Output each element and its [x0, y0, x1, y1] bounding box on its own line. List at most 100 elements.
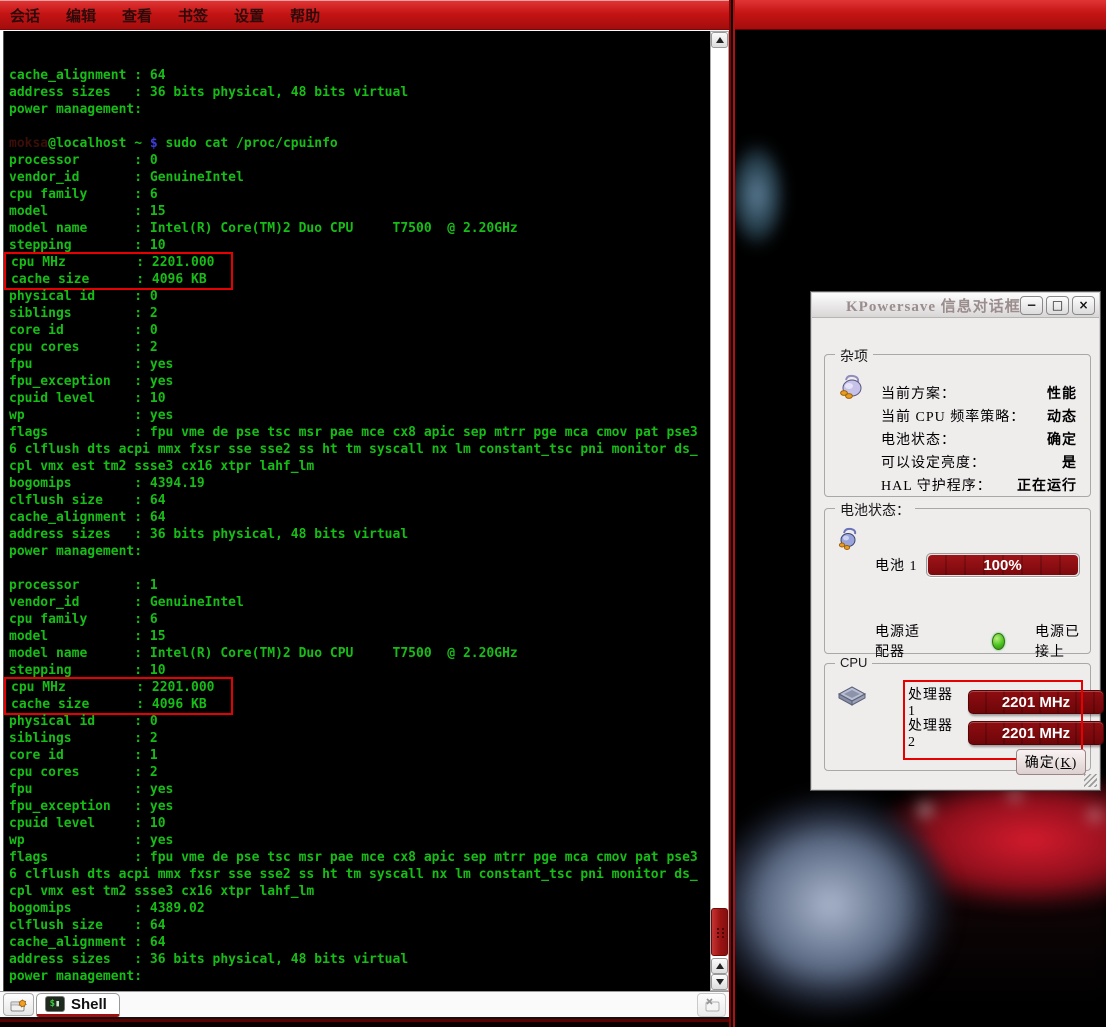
terminal-line	[9, 560, 710, 577]
terminal-line: clflush size : 64	[9, 917, 710, 934]
adapter-label: 电源适配器	[875, 621, 930, 661]
misc-value: 是	[1062, 452, 1077, 472]
terminal-line: cpuid level : 10	[9, 815, 710, 832]
battery-percent: 100%	[983, 557, 1021, 574]
power-plug-icon	[837, 373, 865, 401]
misc-value: 确定	[1047, 429, 1077, 449]
terminal-line: flags : fpu vme de pse tsc msr pae mce c…	[9, 424, 710, 441]
terminal-line: siblings : 2	[9, 305, 710, 322]
kpowersave-dialog: KPowersave 信息对话框 − □ × 杂项 当前方案：性能	[810, 291, 1101, 791]
menu-bookmarks[interactable]: 书签	[178, 5, 208, 26]
misc-label: 可以设定亮度：	[881, 452, 986, 472]
terminal-line: fpu : yes	[9, 356, 710, 373]
misc-label: HAL 守护程序：	[881, 475, 992, 495]
window-bottom-border	[0, 1017, 729, 1027]
tab-label: Shell	[71, 996, 107, 1013]
menu-view[interactable]: 查看	[122, 5, 152, 26]
terminal-line: address sizes : 36 bits physical, 48 bit…	[9, 84, 710, 101]
scroll-up-button[interactable]	[711, 32, 728, 48]
terminal-scrollbar[interactable]	[710, 31, 729, 991]
group-misc-title: 杂项	[835, 346, 873, 366]
minimize-button[interactable]: −	[1020, 296, 1043, 315]
terminal-line: fpu_exception : yes	[9, 373, 710, 390]
scroll-down-button[interactable]	[711, 974, 728, 990]
terminal-line: cpu cores : 2	[9, 339, 710, 356]
menu-edit[interactable]: 编辑	[66, 5, 96, 26]
misc-label: 电池状态：	[881, 429, 956, 449]
terminal-output[interactable]: cache_alignment : 64address sizes : 36 b…	[3, 31, 710, 991]
terminal-line: cpu family : 6	[9, 611, 710, 628]
terminal-line: cache_alignment : 64	[9, 509, 710, 526]
maximize-button[interactable]: □	[1046, 296, 1069, 315]
ok-button[interactable]: 确定(K)	[1016, 749, 1086, 775]
menu-settings[interactable]: 设置	[234, 5, 264, 26]
close-button[interactable]: ×	[1072, 296, 1095, 315]
menu-help[interactable]: 帮助	[290, 5, 320, 26]
terminal-line: cpl vmx est tm2 ssse3 cx16 xtpr lahf_lm	[9, 458, 710, 475]
terminal-line: vendor_id : GenuineIntel	[9, 169, 710, 186]
group-battery: 电池状态： 电池 1 100% 电源适配器 电源已	[824, 508, 1091, 654]
terminal-line: address sizes : 36 bits physical, 48 bit…	[9, 526, 710, 543]
konsole-menubar: 会话 编辑 查看 书签 设置 帮助	[0, 0, 729, 30]
close-session-button[interactable]	[697, 993, 726, 1017]
terminal-line: cpl vmx est tm2 ssse3 cx16 xtpr lahf_lm	[9, 883, 710, 900]
terminal-line: model : 15	[9, 203, 710, 220]
battery-label: 电池 1	[875, 555, 918, 575]
dialog-titlebar[interactable]: KPowersave 信息对话框 − □ ×	[812, 293, 1099, 318]
group-battery-title: 电池状态：	[835, 500, 915, 520]
terminal-line: cpuid level : 10	[9, 390, 710, 407]
video-blue-fabric	[733, 790, 955, 1020]
group-misc: 杂项 当前方案：性能 当前 CPU 频率策略：动态 电池状态：确定 可以设定亮度…	[824, 354, 1091, 497]
tab-shell[interactable]: $▮ Shell	[36, 993, 120, 1017]
desktop: 会话 编辑 查看 书签 设置 帮助 cache_alignment : 64ad…	[0, 0, 1106, 1027]
session-tabbar: $▮ Shell	[0, 991, 729, 1017]
misc-value: 正在运行	[1017, 475, 1077, 495]
adapter-row: 电源适配器 电源已接上	[875, 621, 1090, 661]
grip-dots-icon	[716, 927, 725, 938]
misc-label: 当前 CPU 频率策略：	[881, 406, 1025, 426]
arrow-up-icon	[716, 37, 724, 43]
terminal-line: cpu MHz : 2201.000	[11, 254, 231, 271]
background-red-bar	[735, 0, 1106, 30]
terminal-line: model name : Intel(R) Core(TM)2 Duo CPU …	[9, 645, 710, 662]
scroll-up-button-bottom[interactable]	[711, 958, 728, 974]
close-session-icon	[703, 997, 721, 1013]
misc-value: 动态	[1047, 406, 1077, 426]
terminal-line: cpu MHz : 2201.000	[11, 679, 231, 696]
resize-grip[interactable]	[1084, 774, 1097, 787]
arrow-up-icon	[716, 963, 724, 969]
terminal-line: processor : 0	[9, 152, 710, 169]
terminal-line: moksa@localhost ~ $ sudo cat /proc/cpuin…	[9, 135, 710, 152]
arrow-down-icon	[716, 979, 724, 985]
konsole-window: 会话 编辑 查看 书签 设置 帮助 cache_alignment : 64ad…	[0, 0, 731, 1027]
group-cpu-title: CPU	[835, 655, 872, 670]
terminal-line: bogomips : 4389.02	[9, 900, 710, 917]
terminal-line: clflush size : 64	[9, 492, 710, 509]
red-highlight-box	[903, 680, 1083, 760]
dialog-body: 杂项 当前方案：性能 当前 CPU 频率策略：动态 电池状态：确定 可以设定亮度…	[812, 318, 1099, 789]
adapter-status: 电源已接上	[1035, 621, 1090, 661]
scrollbar-thumb[interactable]	[711, 908, 728, 956]
misc-label: 当前方案：	[881, 383, 956, 403]
terminal-line: power management:	[9, 101, 710, 118]
terminal-line: physical id : 0	[9, 713, 710, 730]
dialog-title: KPowersave 信息对话框	[846, 295, 1021, 316]
video-highlight	[733, 140, 787, 250]
terminal-line: power management:	[9, 543, 710, 560]
terminal-line: fpu_exception : yes	[9, 798, 710, 815]
misc-row: 当前 CPU 频率策略： 动态	[881, 404, 1077, 427]
terminal-line: siblings : 2	[9, 730, 710, 747]
battery-plug-icon	[837, 527, 859, 551]
terminal-line: bogomips : 4394.19	[9, 475, 710, 492]
terminal-line: wp : yes	[9, 407, 710, 424]
cpu-chip-icon	[837, 686, 867, 708]
terminal-line: model : 15	[9, 628, 710, 645]
terminal-line: cache_alignment : 64	[9, 934, 710, 951]
menu-session[interactable]: 会话	[10, 5, 40, 26]
terminal-line: power management:	[9, 968, 710, 985]
new-session-button[interactable]	[3, 993, 34, 1016]
terminal-line: core id : 0	[9, 322, 710, 339]
terminal-line: cpu family : 6	[9, 186, 710, 203]
red-highlight-box: cpu MHz : 2201.000cache size : 4096 KB	[4, 252, 233, 290]
adapter-led-icon	[992, 633, 1005, 650]
